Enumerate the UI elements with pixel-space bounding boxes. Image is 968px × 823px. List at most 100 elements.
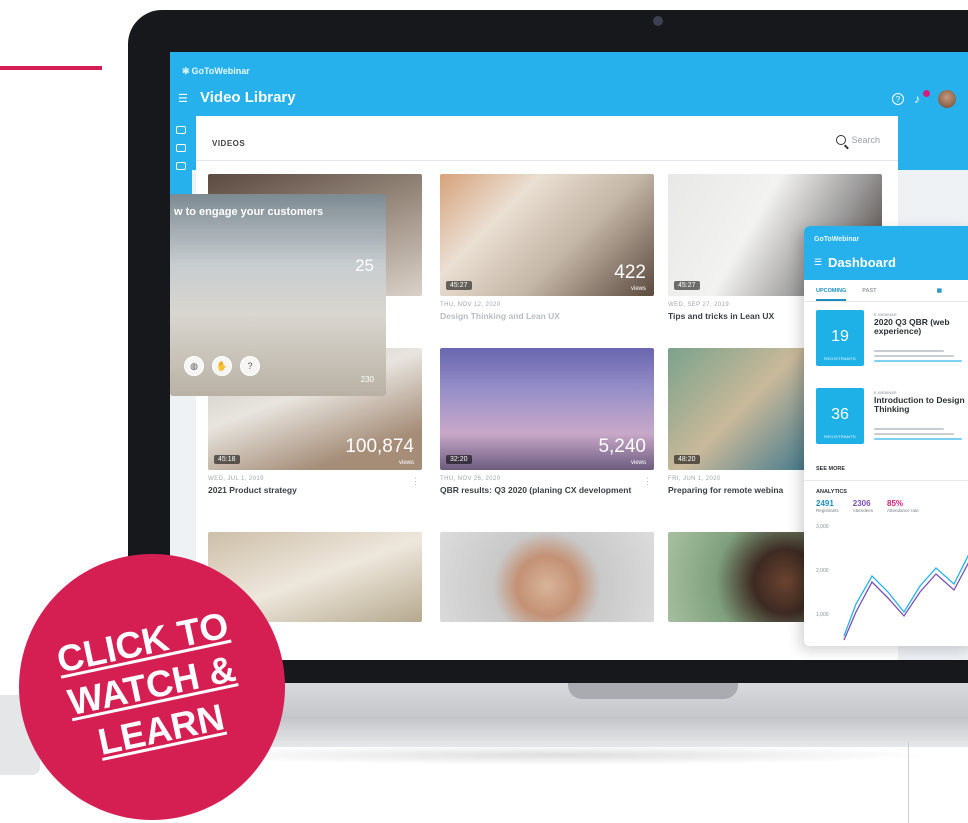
video-card[interactable]: 32:20 5,240 views THU, NOV 26, 2020 QBR …	[440, 348, 654, 496]
webcam-icon	[653, 16, 663, 26]
event-name: Introduction to Design Thinking	[874, 395, 965, 415]
calendar-icon[interactable]: ▦	[937, 288, 942, 301]
popup-title: w to engage your customers	[174, 206, 324, 218]
help-icon[interactable]: ?	[892, 93, 904, 105]
dashboard-title: Dashboard	[828, 255, 896, 270]
event-day: 36	[831, 406, 849, 423]
video-title: 2021 Product strategy	[208, 485, 297, 495]
popup-count: 230	[360, 375, 374, 384]
question-icon[interactable]: ?	[240, 356, 260, 376]
chart-tick: 2,000	[816, 568, 829, 574]
video-duration: 32:20	[446, 455, 472, 464]
stat-registrants: 2491 Registrants	[816, 499, 839, 513]
event-item[interactable]: 36 REGISTRANTS E-WEBINAR Introduction to…	[804, 388, 968, 458]
video-preview-popup[interactable]: w to engage your customers 25 ◍ ✋ ? 230	[170, 194, 386, 396]
event-sub: REGISTRANTS	[824, 356, 856, 361]
event-detail-line	[874, 428, 944, 430]
brand-label: GoToWebinar	[191, 66, 250, 76]
stat-value: 2491	[816, 499, 834, 508]
stat-label: Attendance rate	[887, 508, 919, 513]
chart-tick: 1,000	[816, 612, 829, 618]
views-unit: views	[630, 460, 646, 466]
chart-tick: 3,000	[816, 524, 829, 530]
analytics-stats: 2491 Registrants 2306 Attendees 85% Atte…	[804, 499, 968, 513]
accent-line	[0, 66, 102, 70]
stat-attendance-rate: 85% Attendance rate	[887, 499, 919, 513]
dashboard-brand: GoToWebinar	[814, 236, 860, 243]
analytics-chart: 3,000 2,000 1,000	[816, 524, 968, 641]
dashboard-menu-icon[interactable]: ☰	[814, 257, 822, 268]
video-thumbnail[interactable]	[440, 532, 654, 622]
event-detail-line	[874, 438, 962, 440]
event-detail-line	[874, 360, 962, 362]
card-menu-icon[interactable]: ⋮	[643, 476, 652, 487]
app-brand: ✻ GoToWebinar	[182, 66, 250, 77]
notifications-icon[interactable]: ♪	[914, 90, 930, 106]
views-unit: views	[630, 286, 646, 292]
video-date: THU, NOV 26, 2020	[440, 476, 501, 482]
stat-value: 85%	[887, 499, 904, 508]
videos-section-label: VIDEOS	[212, 139, 246, 148]
dashboard-header: GoToWebinar ☰ Dashboard	[804, 226, 968, 280]
search-icon[interactable]	[836, 135, 847, 145]
stat-value: 2306	[852, 499, 871, 508]
video-views: 422	[614, 262, 646, 283]
video-title: QBR results: Q3 2020 (planing CX develop…	[440, 485, 632, 495]
event-item[interactable]: 19 REGISTRANTS E-WEBINAR 2020 Q3 QBR (we…	[804, 310, 968, 380]
event-detail-line	[874, 350, 944, 352]
video-duration: 45:27	[674, 281, 700, 290]
promo-stage: ✻ GoToWebinar ☰ Video Library ? ♪ VIDEOS …	[0, 0, 968, 823]
video-duration: 48:20	[674, 455, 700, 464]
event-date-box: 19 REGISTRANTS	[816, 310, 864, 366]
video-thumbnail[interactable]: 32:20 5,240 views	[440, 348, 654, 470]
see-more-link[interactable]: SEE MORE	[804, 458, 968, 481]
video-date: THU, NOV 12, 2020	[440, 302, 501, 308]
header-actions: ? ♪	[892, 90, 956, 108]
popup-views: 25	[355, 256, 374, 275]
video-date: WED, JUL 1, 2019	[208, 476, 264, 482]
event-name: 2020 Q3 QBR (web experience)	[874, 317, 950, 337]
cta-text: CLICK TO WATCH & LEARN	[53, 604, 251, 770]
views-unit: views	[398, 460, 414, 466]
divider-line	[908, 742, 909, 823]
user-avatar[interactable]	[938, 90, 956, 108]
search-box[interactable]: Search	[836, 135, 880, 145]
page-title: Video Library	[200, 89, 296, 106]
rail-chart-icon[interactable]	[176, 144, 186, 152]
hand-raise-icon[interactable]: ✋	[212, 356, 232, 376]
dashboard-window: GoToWebinar ☰ Dashboard UPCOMING PAST ▦ …	[804, 226, 968, 646]
event-day: 19	[831, 328, 849, 345]
search-placeholder: Search	[851, 135, 880, 145]
laptop-hinge-notch	[568, 683, 738, 699]
video-card[interactable]	[440, 532, 654, 622]
panel-divider	[196, 160, 898, 161]
video-card[interactable]: 45:27 422 views THU, NOV 12, 2020 Design…	[440, 174, 654, 322]
video-duration: 45:27	[446, 281, 472, 290]
click-to-watch-button[interactable]: CLICK TO WATCH & LEARN	[19, 554, 285, 820]
brand-gear-icon: ✻	[182, 66, 190, 76]
event-date-box: 36 REGISTRANTS	[816, 388, 864, 444]
card-menu-icon[interactable]: ⋮	[411, 476, 420, 487]
video-views: 100,874	[345, 436, 414, 457]
tab-past[interactable]: PAST	[862, 288, 876, 301]
chart-series-attendees	[843, 562, 968, 641]
dashboard-tabs: UPCOMING PAST ▦	[804, 280, 968, 302]
stat-label: Registrants	[816, 508, 839, 513]
notification-dot	[923, 90, 930, 97]
menu-icon[interactable]: ☰	[178, 92, 188, 105]
analytics-title: ANALYTICS	[816, 489, 847, 495]
event-detail-line	[874, 433, 954, 435]
stat-label: Attendees	[852, 508, 874, 513]
stat-attendees: 2306 Attendees	[853, 499, 873, 513]
rail-folder-icon[interactable]	[176, 162, 186, 170]
video-views: 5,240	[598, 436, 646, 457]
video-duration: 45:18	[214, 455, 240, 464]
chart-series-registrants	[843, 554, 968, 637]
video-title: Design Thinking and Lean UX	[440, 311, 560, 321]
tab-upcoming[interactable]: UPCOMING	[816, 288, 847, 301]
chat-icon[interactable]: ◍	[184, 356, 204, 376]
video-thumbnail[interactable]: 45:27 422 views	[440, 174, 654, 296]
rail-monitor-icon[interactable]	[176, 126, 186, 134]
laptop-shadow	[176, 745, 936, 765]
event-sub: REGISTRANTS	[824, 434, 856, 439]
